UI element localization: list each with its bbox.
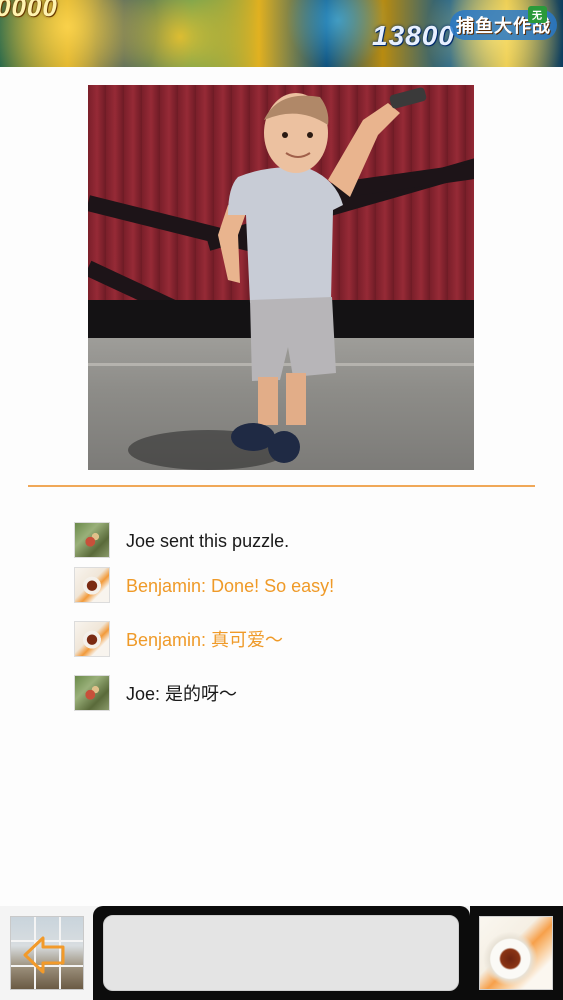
message-text: Joe sent this puzzle.: [126, 531, 290, 551]
chat-message: Benjamin: Done! So easy!: [74, 567, 534, 603]
puzzle-thumbnail-button[interactable]: [10, 916, 84, 990]
message-text: Benjamin: 真可爱～: [126, 630, 284, 650]
chat-message: Joe: 是的呀～: [74, 675, 534, 711]
avatar-benjamin[interactable]: [74, 567, 110, 603]
avatar-joe[interactable]: [74, 522, 110, 558]
chat-message: Joe sent this puzzle.: [74, 522, 534, 558]
avatar-benjamin[interactable]: [74, 621, 110, 657]
separator-line: [28, 485, 535, 487]
my-avatar-button[interactable]: [479, 916, 553, 990]
banner-badge: 无: [528, 6, 547, 23]
banner-jackpot-text: 13800: [372, 20, 455, 51]
message-input[interactable]: [103, 915, 459, 991]
back-arrow-icon: [23, 936, 65, 974]
chat-message: Benjamin: 真可爱～: [74, 621, 534, 657]
puzzle-photo[interactable]: [88, 85, 474, 470]
message-text: Benjamin: Done! So easy!: [126, 576, 335, 596]
message-text: Joe: 是的呀～: [126, 684, 238, 704]
ad-banner[interactable]: 0000 13800 捕鱼大作战 无: [0, 0, 563, 67]
avatar-joe[interactable]: [74, 675, 110, 711]
banner-score-text: 0000: [0, 0, 58, 22]
toddler-figure: [218, 87, 427, 463]
